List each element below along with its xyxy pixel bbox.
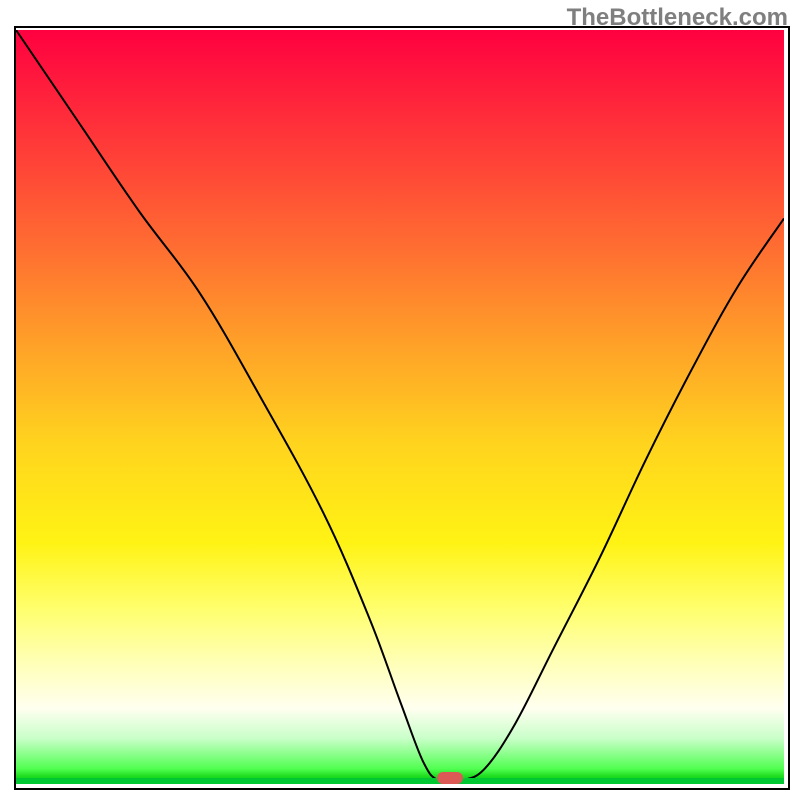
bottleneck-curve [16,30,784,782]
baseline-bar [16,778,784,784]
curve-svg [16,30,784,784]
chart-container: TheBottleneck.com [0,0,800,800]
optimal-marker [437,772,463,784]
attribution-text: TheBottleneck.com [567,4,788,32]
plot-area [16,30,784,784]
